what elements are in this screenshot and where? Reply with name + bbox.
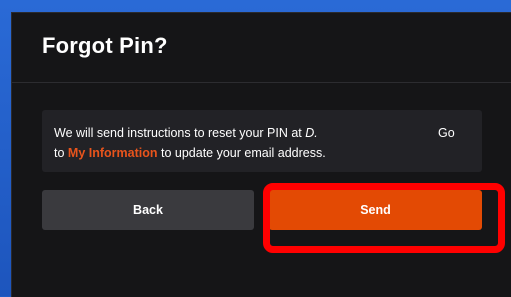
info-line-1: We will send instructions to reset your … bbox=[54, 123, 464, 143]
my-information-link[interactable]: My Information bbox=[68, 146, 158, 160]
send-button[interactable]: Send bbox=[269, 190, 482, 230]
forgot-pin-dialog: Forgot Pin? We will send instructions to… bbox=[11, 12, 511, 297]
info-message: We will send instructions to reset your … bbox=[54, 123, 464, 163]
info-line-1-prefix: We will send instructions to reset your … bbox=[54, 126, 302, 140]
back-button[interactable]: Back bbox=[42, 190, 254, 230]
info-message-box: We will send instructions to reset your … bbox=[42, 110, 482, 172]
dialog-title: Forgot Pin? bbox=[42, 32, 168, 58]
email-address: D. bbox=[305, 126, 318, 140]
desktop-background: Forgot Pin? We will send instructions to… bbox=[0, 0, 511, 297]
info-line-2-suffix: to update your email address. bbox=[161, 146, 326, 160]
info-line-2: to My Information to update your email a… bbox=[54, 143, 464, 163]
info-line-1-suffix: Go bbox=[438, 126, 455, 140]
info-line-2-prefix: to bbox=[54, 146, 65, 160]
dialog-header: Forgot Pin? bbox=[12, 13, 511, 83]
